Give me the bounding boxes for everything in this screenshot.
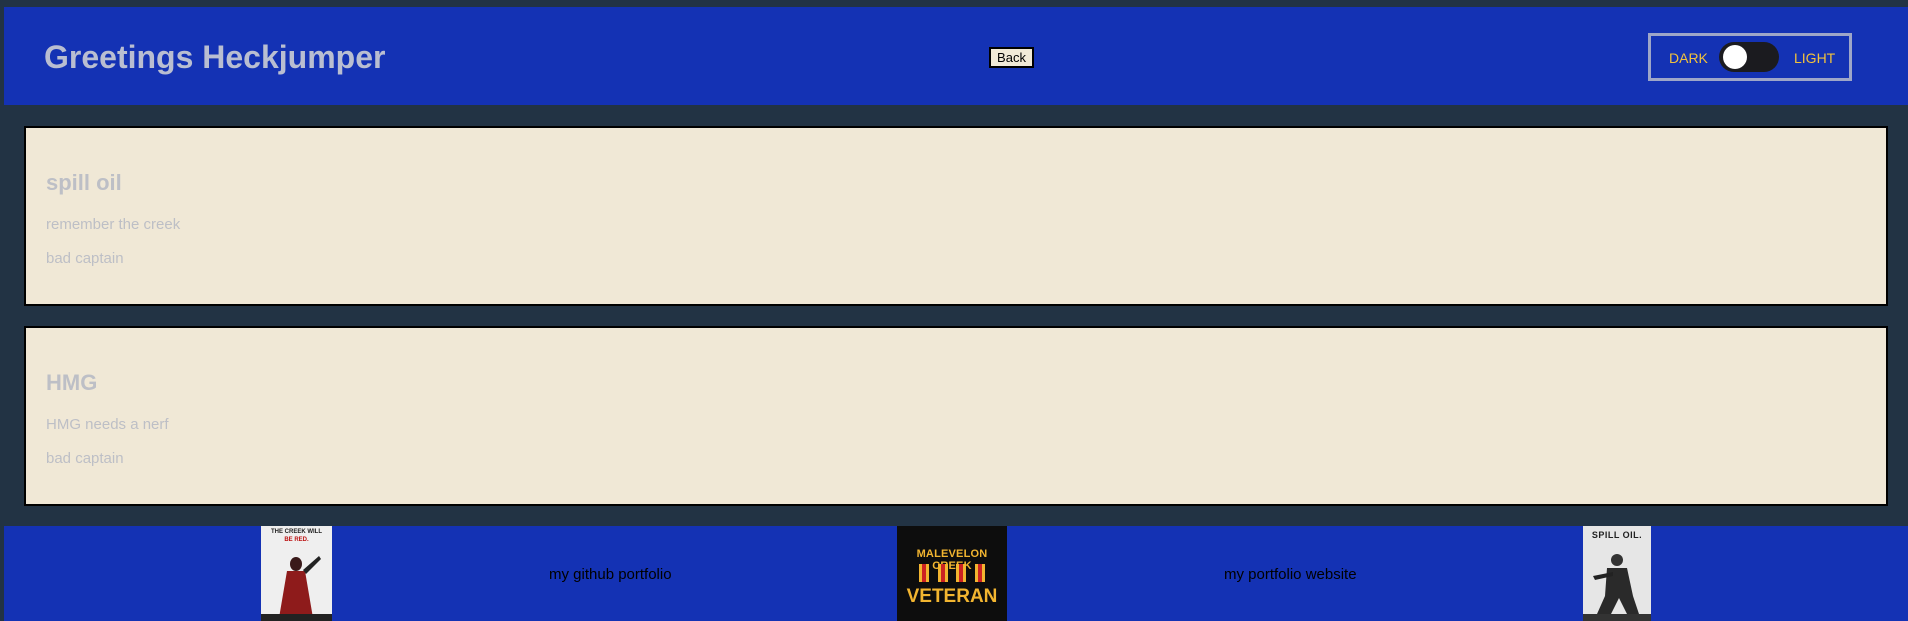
creek-red-poster-image: THE CREEK WILL BE RED. — [261, 526, 332, 621]
post-card: spill oil remember the creek bad captain — [24, 126, 1888, 306]
malevelon-creek-veteran-badge-image: MALEVELON CREEK VETERAN — [897, 526, 1007, 621]
page-title: Greetings Heckjumper — [44, 39, 386, 75]
soldier-silhouette-icon — [1583, 554, 1651, 621]
post-body: remember the creek — [46, 216, 181, 233]
medal-ribbons-icon — [919, 564, 985, 582]
post-title: HMG — [46, 370, 98, 395]
badge-bottom-text: VETERAN — [906, 586, 998, 607]
dark-label: DARK — [1669, 50, 1708, 66]
portfolio-website-link[interactable]: my portfolio website — [1224, 566, 1357, 583]
post-title: spill oil — [46, 170, 122, 195]
spill-oil-poster-image: SPILL OIL. — [1583, 526, 1651, 621]
site-header: Greetings Heckjumper Back DARK LIGHT — [4, 7, 1908, 105]
back-button[interactable]: Back — [989, 47, 1034, 68]
post-card: HMG HMG needs a nerf bad captain — [24, 326, 1888, 506]
post-body: HMG needs a nerf — [46, 416, 169, 433]
github-portfolio-link[interactable]: my github portfolio — [549, 566, 672, 583]
light-label: LIGHT — [1794, 50, 1836, 66]
theme-toggle-switch[interactable] — [1719, 42, 1779, 72]
soldier-silhouette-icon — [261, 556, 332, 621]
post-author: bad captain — [46, 450, 124, 467]
toggle-knob — [1723, 45, 1747, 69]
site-footer: THE CREEK WILL BE RED. my github portfol… — [4, 526, 1908, 621]
theme-toggle-container: DARK LIGHT — [1648, 33, 1852, 81]
post-author: bad captain — [46, 250, 124, 267]
top-border — [0, 0, 1908, 7]
